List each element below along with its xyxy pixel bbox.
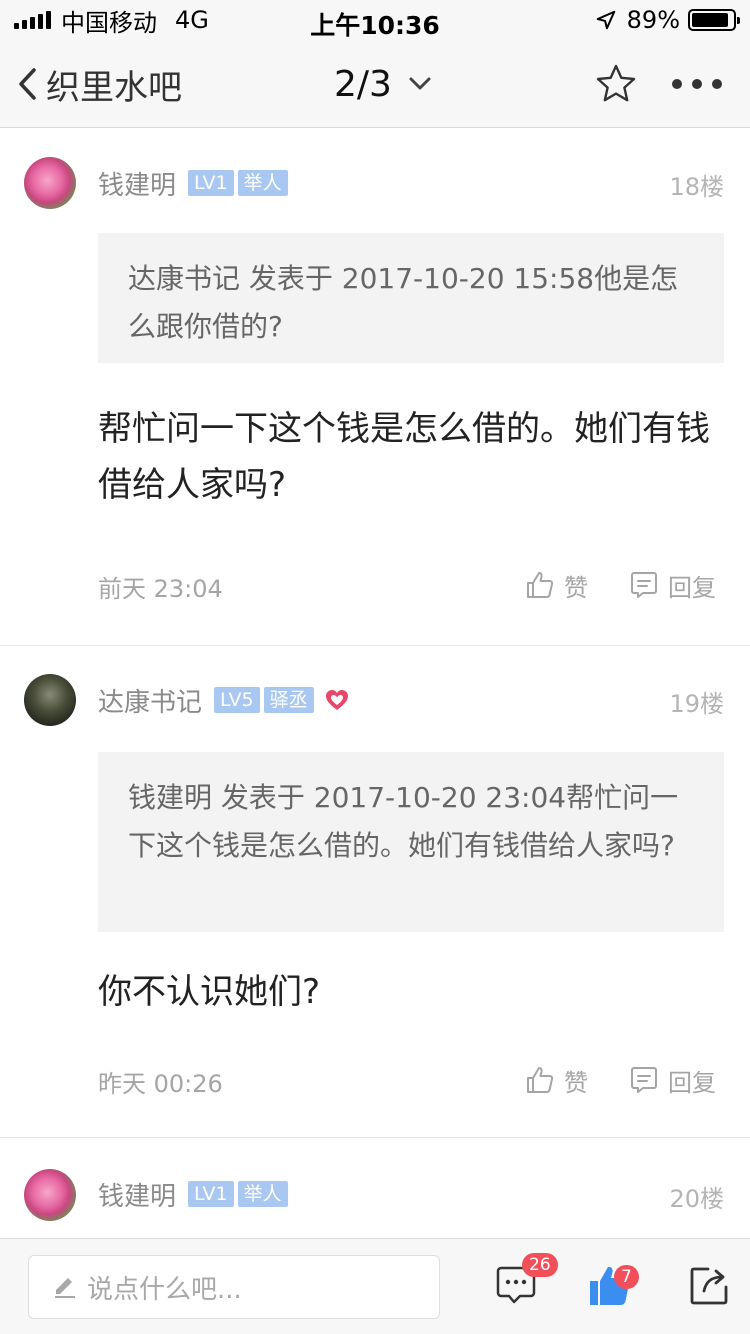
username[interactable]: 钱建明 — [98, 165, 176, 202]
level-badge: LV5 — [214, 687, 260, 713]
status-right: 89% — [595, 6, 740, 34]
back-label: 织里水吧 — [46, 67, 182, 108]
comment-placeholder: 说点什么吧... — [87, 1274, 242, 1305]
reply-button[interactable]: 回复 — [628, 1062, 716, 1098]
share-icon[interactable] — [686, 1261, 734, 1309]
battery-icon — [688, 9, 740, 31]
more-options-button[interactable] — [672, 62, 722, 106]
quoted-post[interactable]: 达康书记 发表于 2017-10-20 15:58他是怎么跟你借的? — [98, 233, 724, 363]
role-badge: 驿丞 — [263, 687, 314, 713]
post-floor-19: 达康书记 LV5 驿丞 19楼 钱建明 发表于 2017-10-20 23:04… — [0, 646, 750, 1138]
heart-badge-icon — [325, 690, 348, 710]
chevron-down-icon — [409, 77, 431, 90]
chevron-left-icon — [19, 68, 36, 100]
role-badge: 举人 — [237, 170, 288, 196]
reply-label: 回复 — [668, 573, 716, 602]
level-badge: LV1 — [188, 170, 234, 196]
quoted-post[interactable]: 钱建明 发表于 2017-10-20 23:04帮忙问一下这个钱是怎么借的。她们… — [98, 752, 724, 932]
avatar[interactable] — [24, 157, 76, 209]
username[interactable]: 达康书记 — [98, 682, 202, 719]
back-button[interactable]: 织里水吧 — [14, 60, 182, 108]
location-arrow-icon — [596, 10, 615, 30]
pencil-icon — [55, 1278, 75, 1298]
more-dot-icon — [672, 79, 682, 89]
nav-bar: 织里水吧 2/3 — [0, 40, 750, 128]
page-selector[interactable]: 2/3 — [334, 60, 432, 108]
battery-percent: 89% — [626, 6, 680, 34]
post-content: 你不认识她们? — [98, 972, 321, 1012]
role-badge: 举人 — [237, 1181, 288, 1207]
post-time: 前天 23:04 — [98, 575, 223, 603]
like-label: 赞 — [564, 1068, 588, 1097]
thumbs-up-icon — [527, 1067, 554, 1093]
level-badge: LV1 — [188, 1181, 234, 1207]
avatar[interactable] — [24, 674, 76, 726]
floor-number: 20楼 — [669, 1185, 724, 1213]
thumbs-up-icon — [527, 572, 554, 598]
comment-input[interactable]: 说点什么吧... — [28, 1255, 440, 1319]
username[interactable]: 钱建明 — [98, 1176, 176, 1213]
favorite-star-icon[interactable] — [594, 62, 638, 106]
page-indicator: 2/3 — [334, 63, 392, 105]
reply-bubble-icon — [631, 572, 657, 598]
post-floor-18: 钱建明 LV1 举人 18楼 达康书记 发表于 2017-10-20 15:58… — [0, 129, 750, 646]
floor-number: 19楼 — [669, 690, 724, 718]
status-bar: 中国移动 4G 上午10:36 89% — [0, 0, 750, 40]
user-info: 钱建明 LV1 举人 — [98, 1176, 288, 1212]
user-info: 达康书记 LV5 驿丞 — [98, 682, 350, 718]
more-dot-icon — [692, 79, 702, 89]
like-button[interactable]: 赞 — [524, 567, 588, 603]
avatar[interactable] — [24, 1169, 76, 1221]
reply-label: 回复 — [668, 1068, 716, 1097]
more-dot-icon — [712, 79, 722, 89]
floor-number: 18楼 — [669, 173, 724, 201]
bottom-toolbar: 说点什么吧... 26 7 — [0, 1238, 750, 1334]
post-content: 帮忙问一下这个钱是怎么借的。她们有钱借给人家吗? — [98, 409, 710, 505]
reply-button[interactable]: 回复 — [628, 567, 716, 603]
battery-level-fill — [692, 13, 728, 27]
post-floor-20: 钱建明 LV1 举人 20楼 — [0, 1139, 750, 1238]
comment-count-badge: 26 — [522, 1253, 558, 1277]
user-info: 钱建明 LV1 举人 — [98, 165, 288, 201]
reply-bubble-icon — [631, 1067, 657, 1093]
post-time: 昨天 00:26 — [98, 1070, 223, 1098]
like-count-badge: 7 — [614, 1265, 639, 1289]
like-button[interactable]: 赞 — [524, 1062, 588, 1098]
like-label: 赞 — [564, 573, 588, 602]
